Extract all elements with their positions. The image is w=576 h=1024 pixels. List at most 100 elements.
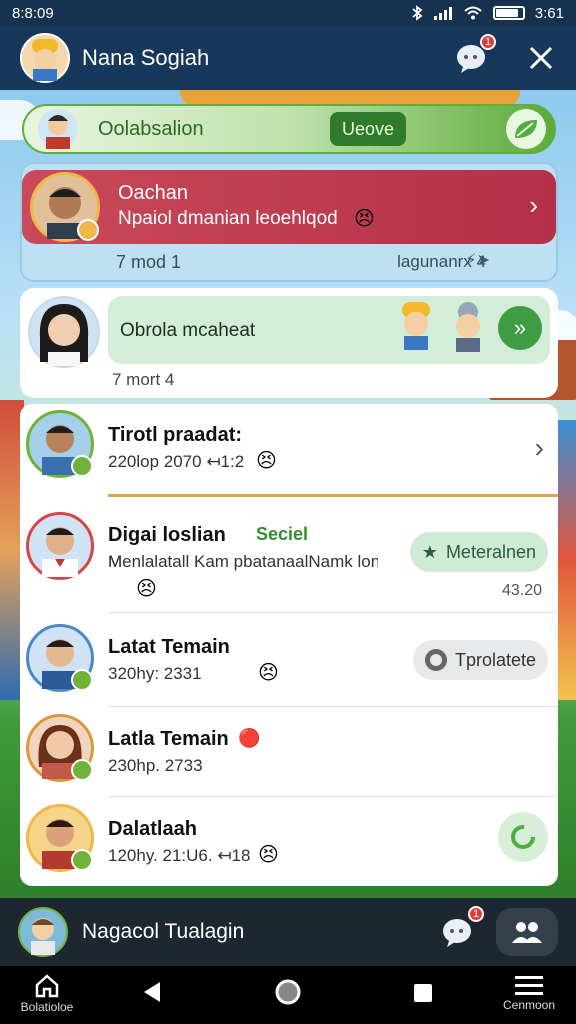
app-title: Nana Sogiah [82, 45, 210, 70]
contact-avatar [26, 714, 94, 782]
chat-bubble-icon [443, 919, 471, 947]
recents-square-icon [414, 984, 432, 1002]
list-item[interactable]: Tirotl praadat: 220lop 2070 ↤1:2 😣 › [20, 404, 558, 500]
filter-pill[interactable]: Oolabsalion Ueove [22, 104, 556, 154]
emoji-icon: 😣 [136, 578, 157, 600]
nav-menu-button[interactable]: Cenmoon [494, 974, 564, 1012]
lightning-icon: ⚡➤ [465, 252, 490, 269]
chat-list: Tirotl praadat: 220lop 2070 ↤1:2 😣 › Dig… [20, 404, 558, 886]
bluetooth-icon [412, 5, 423, 21]
chat-notification-button[interactable]: 1 [438, 906, 484, 952]
action-button[interactable]: Tprolatete [412, 640, 548, 680]
message-preview: Menlalatall Kam pbatanaalNamk lon [108, 552, 378, 571]
action-button[interactable]: ★ Meteralnen [409, 532, 548, 572]
emoji-icon: 😣 [354, 208, 375, 230]
chat-notification-button[interactable]: 1 [452, 34, 496, 78]
chevron-right-icon[interactable]: › [529, 190, 538, 221]
forward-button[interactable]: » [498, 306, 542, 350]
contact-name: Latat Temain [108, 636, 230, 658]
contacts-button[interactable] [496, 908, 558, 956]
list-item[interactable]: Latat Temain 320hy: 2331 😣 Tprolatete [20, 614, 558, 707]
status-bar: 8:8:09 3:61 [0, 0, 576, 26]
message-preview: Npaiol dmanian leoehlqod [118, 208, 338, 229]
status-time: 8:8:09 [12, 4, 54, 22]
message-meta: 230hp. 2733 [108, 756, 203, 775]
close-button[interactable] [526, 43, 556, 73]
nav-home-caption: Bolatioloe [20, 1000, 74, 1014]
profile-avatar[interactable] [20, 33, 70, 83]
people-icon [512, 922, 542, 943]
record-icon [424, 649, 447, 671]
contact-name: Oachan [118, 182, 189, 204]
red-flag-icon: 🔴 [238, 728, 261, 748]
double-chevron-icon: » [513, 315, 527, 340]
home-circle-icon [275, 979, 301, 1005]
list-item[interactable]: Digai loslian Seciel M Menlalatall Kam p… [20, 500, 558, 614]
chat-card[interactable]: Obrola mcaheat » 7 mort 4 [20, 288, 558, 398]
signal-icon [433, 7, 452, 20]
filter-label: Oolabsalion [98, 117, 204, 140]
message-time: 43.20 [501, 582, 542, 599]
nav-home-button[interactable]: Bolatioloe [8, 974, 86, 1014]
tag-label: Seciel [256, 524, 309, 544]
system-nav-bar: Bolatioloe Cenmoon [0, 966, 576, 1024]
star-icon: ★ [421, 541, 438, 562]
featured-band [22, 170, 556, 244]
wifi-icon [464, 6, 482, 20]
home-icon [35, 974, 59, 998]
message-time: 7 mod 1 [116, 252, 182, 272]
contact-avatar [26, 410, 94, 478]
refresh-button[interactable] [498, 812, 548, 862]
top-app-bar: Nana Sogiah 1 [0, 26, 576, 90]
filter-chip[interactable]: Ueove [330, 112, 406, 146]
nav-menu-caption: Cenmoon [502, 998, 556, 1012]
contact-avatar [28, 296, 100, 368]
contact-name: Tirotl praadat: [108, 424, 243, 446]
message-preview: Obrola mcaheat [120, 320, 256, 341]
leaf-icon[interactable] [506, 109, 546, 149]
profile-avatar[interactable] [18, 907, 68, 957]
status-right-text: 3:61 [534, 4, 564, 22]
character-sticker-icon [402, 302, 430, 350]
contact-avatar [26, 512, 94, 580]
nav-back-button[interactable] [140, 980, 164, 1004]
nav-home-circle-button[interactable] [274, 978, 302, 1006]
bottom-label: Nagacol Tualagin [82, 920, 245, 943]
status-badge [71, 759, 93, 781]
close-icon [529, 46, 553, 70]
list-item[interactable]: Dalatlaah 120hy. 21:U6. ↤18 😣 [20, 798, 558, 886]
message-time: 7 mort 4 [112, 370, 175, 389]
contact-avatar [30, 172, 100, 242]
battery-icon [492, 6, 525, 20]
character-sticker-icon [456, 302, 480, 352]
emoji-icon: 😣 [258, 844, 279, 866]
featured-chat-card[interactable]: Oachan Npaiol dmanian leoehlqod 😣 › 7 mo… [20, 162, 558, 282]
list-item[interactable]: Latla Temain 🔴 230hp. 2733 [20, 706, 558, 798]
divider [108, 612, 558, 613]
bottom-chat-bar: Nagacol Tualagin 1 [0, 898, 576, 966]
contact-avatar [26, 804, 94, 872]
contact-name: Dalatlaah [108, 818, 197, 840]
emoji-icon: 😣 [256, 450, 277, 472]
chevron-right-icon[interactable]: › [535, 432, 544, 464]
notification-badge: 1 [480, 34, 496, 50]
contact-name: Digai loslian [108, 524, 226, 546]
message-meta: 220lop 2070 ↤1:2 [108, 452, 245, 471]
message-meta: 320hy: 2331 [108, 664, 202, 683]
status-badge [71, 849, 93, 871]
message-meta: 120hy. 21:U6. ↤18 [108, 846, 251, 865]
divider [108, 796, 558, 797]
nav-recents-button[interactable] [412, 982, 434, 1004]
status-badge [77, 219, 99, 241]
contact-avatar [26, 624, 94, 692]
notification-badge: 1 [468, 906, 484, 922]
menu-icon [515, 976, 543, 995]
status-badge [71, 669, 93, 691]
contact-name: Latla Temain [108, 728, 229, 750]
filter-avatar [38, 109, 78, 149]
refresh-icon [511, 825, 535, 849]
action-label: Tprolatete [454, 649, 536, 670]
divider [108, 494, 558, 497]
back-triangle-icon [144, 982, 160, 1002]
action-label: Meteralnen [445, 541, 536, 562]
